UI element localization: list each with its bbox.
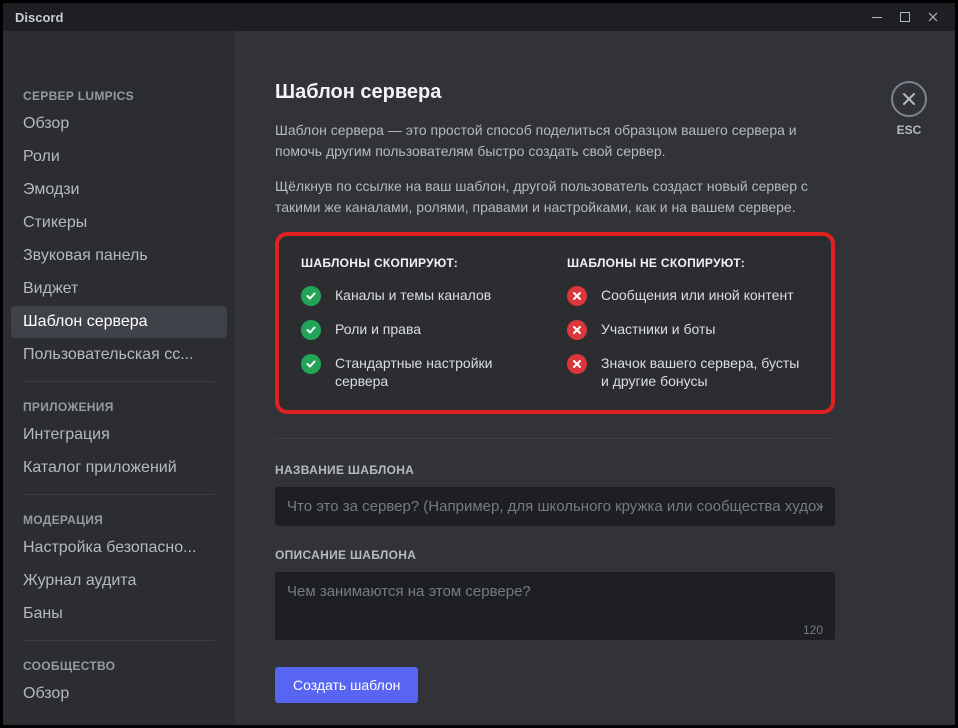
sidebar-section-community: СООБЩЕСТВО	[11, 651, 227, 677]
sidebar-divider	[23, 494, 215, 495]
sidebar-divider	[23, 640, 215, 641]
check-icon	[301, 286, 321, 306]
will-copy-column: ШАБЛОНЫ СКОПИРУЮТ: Каналы и темы каналов…	[301, 256, 543, 390]
sidebar-item-safety-setup[interactable]: Настройка безопасно...	[11, 532, 227, 564]
template-description-label: ОПИСАНИЕ ШАБЛОНА	[275, 548, 915, 562]
sidebar-item-overview[interactable]: Обзор	[11, 108, 227, 140]
maximize-icon	[899, 11, 911, 23]
minimize-icon	[871, 11, 883, 23]
sidebar-section-server: СЕРВЕР LUMPICS	[11, 81, 227, 107]
template-description-input[interactable]	[275, 572, 835, 640]
template-name-label: НАЗВАНИЕ ШАБЛОНА	[275, 463, 915, 477]
wont-copy-column: ШАБЛОНЫ НЕ СКОПИРУЮТ: Сообщения или иной…	[567, 256, 809, 390]
check-icon	[301, 354, 321, 374]
esc-label: ESC	[897, 123, 922, 137]
cross-icon	[567, 354, 587, 374]
main-content: ESC Шаблон сервера Шаблон сервера — это …	[235, 31, 955, 725]
minimize-button[interactable]	[863, 6, 891, 28]
sidebar-item-soundboard[interactable]: Звуковая панель	[11, 240, 227, 272]
close-circle-icon	[891, 81, 927, 117]
titlebar: Discord	[3, 3, 955, 31]
nocopy-item-label: Сообщения или иной контент	[601, 286, 794, 304]
page-description-2: Щёлкнув по ссылке на ваш шаблон, другой …	[275, 176, 835, 218]
copy-item: Стандартные настройки сервера	[301, 354, 543, 390]
sidebar-item-stickers[interactable]: Стикеры	[11, 207, 227, 239]
app-title: Discord	[15, 10, 63, 25]
sidebar-item-roles[interactable]: Роли	[11, 141, 227, 173]
page-description-1: Шаблон сервера — это простой способ поде…	[275, 120, 835, 162]
sidebar-item-bans[interactable]: Баны	[11, 598, 227, 630]
wont-copy-header: ШАБЛОНЫ НЕ СКОПИРУЮТ:	[567, 256, 809, 270]
nocopy-item-label: Участники и боты	[601, 320, 715, 338]
sidebar-item-widget[interactable]: Виджет	[11, 273, 227, 305]
sidebar-item-server-template[interactable]: Шаблон сервера	[11, 306, 227, 338]
sidebar-item-integration[interactable]: Интеграция	[11, 419, 227, 451]
sidebar-item-app-directory[interactable]: Каталог приложений	[11, 452, 227, 484]
check-icon	[301, 320, 321, 340]
nocopy-item-label: Значок вашего сервера, бусты и другие бо…	[601, 354, 809, 390]
create-template-button[interactable]: Создать шаблон	[275, 667, 418, 703]
page-title: Шаблон сервера	[275, 81, 915, 104]
copy-item: Роли и права	[301, 320, 543, 340]
template-copy-info-box: ШАБЛОНЫ СКОПИРУЮТ: Каналы и темы каналов…	[275, 232, 835, 414]
char-count: 120	[803, 623, 823, 637]
close-window-button[interactable]	[919, 6, 947, 28]
cross-icon	[567, 286, 587, 306]
nocopy-item: Участники и боты	[567, 320, 809, 340]
window-controls	[863, 6, 947, 28]
sidebar-item-audit-log[interactable]: Журнал аудита	[11, 565, 227, 597]
x-icon	[901, 91, 917, 107]
close-icon	[927, 11, 939, 23]
copy-item: Каналы и темы каналов	[301, 286, 543, 306]
content-area: СЕРВЕР LUMPICS Обзор Роли Эмодзи Стикеры…	[3, 31, 955, 725]
close-settings-button[interactable]: ESC	[891, 81, 927, 137]
sidebar-section-apps: ПРИЛОЖЕНИЯ	[11, 392, 227, 418]
copy-item-label: Роли и права	[335, 320, 421, 338]
nocopy-item: Сообщения или иной контент	[567, 286, 809, 306]
sidebar-divider	[23, 381, 215, 382]
copy-item-label: Стандартные настройки сервера	[335, 354, 543, 390]
nocopy-item: Значок вашего сервера, бусты и другие бо…	[567, 354, 809, 390]
template-description-wrap: 120	[275, 572, 835, 645]
will-copy-header: ШАБЛОНЫ СКОПИРУЮТ:	[301, 256, 543, 270]
maximize-button[interactable]	[891, 6, 919, 28]
sidebar-section-moderation: МОДЕРАЦИЯ	[11, 505, 227, 531]
template-name-input[interactable]	[275, 487, 835, 526]
copy-item-label: Каналы и темы каналов	[335, 286, 491, 304]
sidebar-item-custom-link[interactable]: Пользовательская сс...	[11, 339, 227, 371]
sidebar-item-emoji[interactable]: Эмодзи	[11, 174, 227, 206]
cross-icon	[567, 320, 587, 340]
divider	[275, 438, 835, 439]
settings-sidebar: СЕРВЕР LUMPICS Обзор Роли Эмодзи Стикеры…	[3, 31, 235, 725]
sidebar-item-community-overview[interactable]: Обзор	[11, 678, 227, 710]
app-frame: Discord СЕРВЕР LUMPICS Обзор Роли Эмодзи…	[3, 3, 955, 725]
